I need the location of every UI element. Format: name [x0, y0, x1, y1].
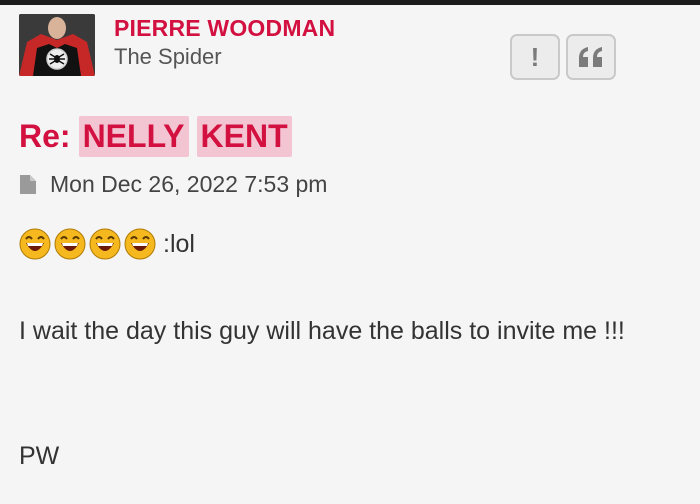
title-highlight-1: NELLY	[78, 116, 189, 157]
avatar-image	[19, 14, 95, 76]
post-paragraph: I wait the day this guy will have the ba…	[19, 317, 625, 345]
laughing-emoji-icon	[124, 228, 156, 260]
laughing-emoji-icon	[89, 228, 121, 260]
file-icon	[20, 175, 36, 194]
post-date: Mon Dec 26, 2022 7:53 pm	[20, 171, 327, 198]
title-highlight-2: KENT	[196, 116, 292, 157]
laughing-emoji-icon	[19, 228, 51, 260]
title-prefix: Re:	[19, 118, 71, 154]
post-signature: PW	[19, 442, 60, 470]
post-body: :lol I wait the day this guy will have t…	[19, 224, 684, 470]
post-timestamp: Mon Dec 26, 2022 7:53 pm	[50, 171, 328, 197]
report-button[interactable]: !	[510, 34, 560, 80]
author-rank: The Spider	[114, 44, 222, 69]
top-bar	[0, 0, 700, 5]
post-title[interactable]: Re: NELLY KENT	[19, 116, 292, 157]
author-avatar[interactable]	[19, 14, 95, 76]
quote-icon	[579, 47, 602, 67]
quote-button[interactable]	[566, 34, 616, 80]
laughing-emoji-icon	[54, 228, 86, 260]
exclamation-icon: !	[530, 41, 540, 72]
emoji-shortcode: :lol	[163, 230, 195, 258]
emoji-line: :lol	[19, 224, 684, 264]
author-name[interactable]: PIERRE WOODMAN	[114, 15, 335, 42]
